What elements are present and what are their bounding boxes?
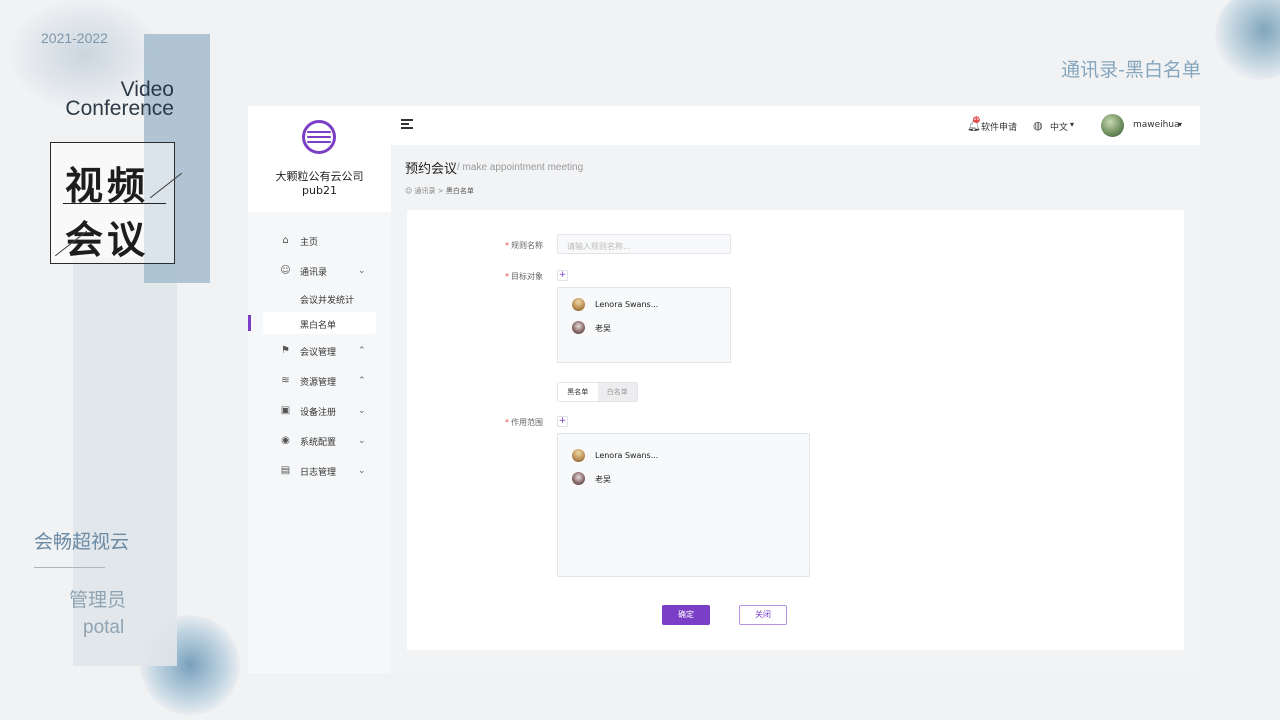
seal-title: 视频 会议 [50,142,183,264]
menu-toggle-icon[interactable] [401,119,413,129]
log-icon: ▤ [280,465,291,476]
brand-logo-icon [302,120,336,154]
confirm-button[interactable]: 确定 [662,605,710,625]
chevron-down-icon: ⌄ [358,466,366,476]
add-scope-button[interactable]: + [557,416,568,427]
slide-year: 2021-2022 [41,30,108,46]
avatar [572,298,585,311]
target-list: Lenora Swans... 老吴 [557,287,731,363]
username[interactable]: maweihua [1133,120,1180,130]
home-icon: ⌂ [282,235,289,246]
rule-name-label: * 规则名称 [505,241,543,250]
breadcrumb-contacts[interactable]: 通讯录 [415,187,436,195]
org-card: 大颗粒公有云公司 pub21 [248,106,391,212]
product-name: 会畅超视云 [34,531,130,553]
active-indicator [248,315,251,331]
section-title: 通讯录-黑白名单 [1061,59,1201,81]
sidebar-item-system[interactable]: ◉ 系统配置 ⌄ [248,426,391,456]
role-cn: 管理员 [69,589,127,611]
sidebar-item-contacts[interactable]: ☺ 通讯录 ⌄ [248,256,391,286]
breadcrumb: ☺ 通讯录 > 黑白名单 [405,186,474,196]
avatar [572,472,585,485]
sidebar-nav: ⌂ 主页 ☺ 通讯录 ⌄ 会议并发统计 黑白名单 ⚑ 会议管理 ⌃ ≋ 资源管理… [248,226,391,486]
sidebar-subitem-concurrency[interactable]: 会议并发统计 [248,286,391,311]
seal-line-1: 视频 [65,163,150,208]
list-type-toggle: 黑名单 白名单 [557,382,638,402]
target-label: * 目标对象 [505,272,543,281]
page-subtitle: / make appointment meeting [457,162,584,173]
main-area: 🔔︎ 10 软件申请 ◍ 中文 ▾ maweihua ▾ 预约会议 / make … [391,106,1200,673]
ink-splash-top-right [1215,0,1280,80]
scope-label: * 作用范围 [505,418,543,427]
seal-divider [63,203,166,204]
breadcrumb-icon: ☺ [405,187,413,195]
add-target-button[interactable]: + [557,270,568,281]
globe-icon[interactable]: ◍ [1033,119,1043,132]
chevron-up-icon: ⌃ [358,346,366,356]
software-apply-link[interactable]: 软件申请 [981,120,1017,133]
page-title: 预约会议 [405,162,458,177]
sidebar-item-resources[interactable]: ≋ 资源管理 ⌃ [248,366,391,396]
caret-down-icon[interactable]: ▾ [1178,120,1182,129]
device-icon: ▣ [280,405,291,416]
notify-badge: 10 [973,116,980,123]
sidebar-item-home[interactable]: ⌂ 主页 [248,226,391,256]
chevron-down-icon: ⌄ [358,436,366,446]
slide-brand-en: Video Conference [65,78,174,120]
sidebar-item-meetings[interactable]: ⚑ 会议管理 ⌃ [248,336,391,366]
form-card: * 规则名称 请输入规则名称... * 目标对象 + Lenora Swans...… [407,210,1184,650]
avatar[interactable] [1101,114,1124,137]
breadcrumb-current: 黑白名单 [445,187,474,195]
app-window: 大颗粒公有云公司 pub21 ⌂ 主页 ☺ 通讯录 ⌄ 会议并发统计 黑白名单 [248,106,1200,673]
bell-icon[interactable]: 🔔︎ 10 [967,116,981,132]
chevron-down-icon: ⌄ [358,266,366,276]
settings-icon: ◉ [281,435,290,446]
sidebar-subitem-blacklist[interactable]: 黑白名单 [248,311,391,336]
tab-blacklist[interactable]: 黑名单 [558,383,598,401]
meeting-icon: ⚑ [281,345,290,356]
close-button[interactable]: 关闭 [739,605,787,625]
layers-icon: ≋ [281,375,290,386]
language-select[interactable]: 中文 [1050,120,1068,133]
avatar [572,321,585,334]
divider [34,567,105,568]
sidebar-item-devices[interactable]: ▣ 设备注册 ⌄ [248,396,391,426]
avatar [572,449,585,462]
org-code: pub21 [302,184,337,197]
caret-down-icon[interactable]: ▾ [1070,120,1074,129]
breadcrumb-separator: > [437,187,444,195]
sidebar: 大颗粒公有云公司 pub21 ⌂ 主页 ☺ 通讯录 ⌄ 会议并发统计 黑白名单 [248,106,391,673]
role-en: potal [83,617,125,638]
contacts-icon: ☺ [280,265,291,276]
scope-list: Lenora Swans... 老吴 [557,433,810,577]
rule-name-input[interactable]: 请输入规则名称... [557,234,731,254]
top-bar: 🔔︎ 10 软件申请 ◍ 中文 ▾ maweihua ▾ [391,106,1200,145]
org-name: 大颗粒公有云公司 [275,170,364,183]
tab-whitelist[interactable]: 白名单 [597,383,637,401]
chevron-up-icon: ⌃ [358,376,366,386]
chevron-down-icon: ⌄ [358,406,366,416]
sidebar-item-logs[interactable]: ▤ 日志管理 ⌄ [248,456,391,486]
